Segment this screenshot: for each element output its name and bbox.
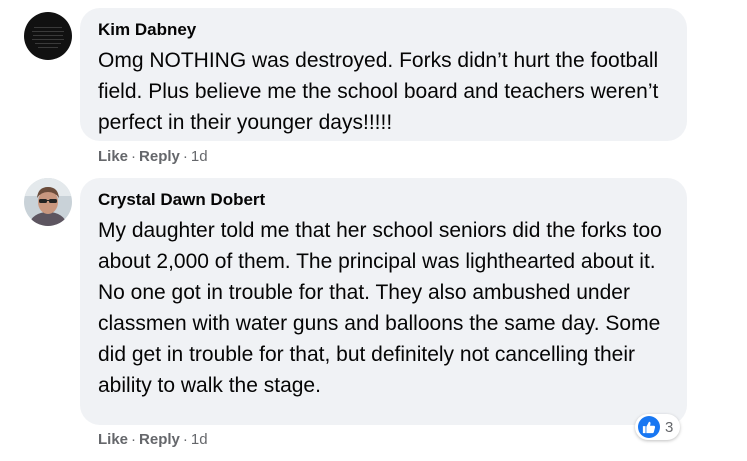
- comment-author[interactable]: Kim Dabney: [98, 19, 669, 41]
- separator: ·: [182, 431, 188, 448]
- avatar-image: [24, 178, 72, 226]
- comment-kim-dabney: Kim Dabney Omg NOTHING was destroyed. Fo…: [0, 0, 747, 170]
- comment-actions: Like · Reply · 1d: [98, 147, 208, 167]
- reply-button[interactable]: Reply: [139, 148, 180, 165]
- comment-timestamp[interactable]: 1d: [191, 431, 208, 448]
- comment-actions: Like · Reply · 1d: [98, 430, 208, 450]
- avatar[interactable]: [24, 178, 72, 226]
- thumbs-up-icon: [638, 416, 660, 438]
- comment-bubble: Kim Dabney Omg NOTHING was destroyed. Fo…: [80, 8, 687, 141]
- comment-timestamp[interactable]: 1d: [191, 148, 208, 165]
- comment-author[interactable]: Crystal Dawn Dobert: [98, 189, 669, 211]
- reply-button[interactable]: Reply: [139, 431, 180, 448]
- comment-crystal-dawn-dobert: Crystal Dawn Dobert My daughter told me …: [0, 170, 747, 461]
- reaction-summary[interactable]: 3: [635, 414, 681, 440]
- like-button[interactable]: Like: [98, 431, 128, 448]
- separator: ·: [131, 148, 137, 165]
- avatar-image: [24, 12, 72, 60]
- separator: ·: [131, 431, 137, 448]
- comment-text: Omg NOTHING was destroyed. Forks didn’t …: [98, 49, 659, 134]
- avatar[interactable]: [24, 12, 72, 60]
- comment-text: My daughter told me that her school seni…: [98, 219, 662, 397]
- like-button[interactable]: Like: [98, 148, 128, 165]
- reaction-count: 3: [665, 418, 674, 436]
- comment-bubble: Crystal Dawn Dobert My daughter told me …: [80, 178, 687, 425]
- separator: ·: [182, 148, 188, 165]
